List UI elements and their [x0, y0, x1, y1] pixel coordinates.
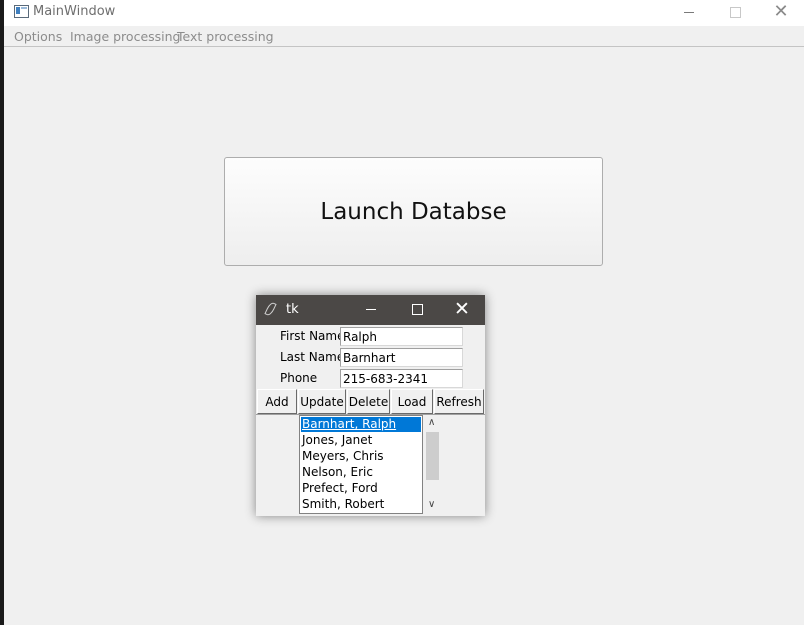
- close-icon: ✕: [773, 1, 789, 22]
- phone-field[interactable]: [340, 369, 463, 388]
- load-button[interactable]: Load: [391, 389, 433, 414]
- refresh-button[interactable]: Refresh: [434, 389, 484, 414]
- last-name-field[interactable]: [340, 348, 463, 367]
- tk-maximize-button[interactable]: [394, 295, 440, 325]
- last-name-label: Last Name: [280, 350, 345, 364]
- list-scrollbar[interactable]: ∧ ∨: [424, 415, 441, 514]
- first-name-label: First Name: [280, 329, 345, 343]
- tk-window: tk ✕ First Name Last Name Phone Add Upda…: [256, 295, 485, 516]
- list-item[interactable]: Nelson, Eric: [300, 464, 422, 480]
- list-item[interactable]: Smith, Robert: [300, 496, 422, 512]
- menu-options[interactable]: Options: [14, 29, 62, 44]
- minimize-button[interactable]: [666, 0, 712, 26]
- maximize-icon: [411, 304, 423, 315]
- window-title: MainWindow: [33, 4, 116, 19]
- add-button[interactable]: Add: [257, 389, 297, 414]
- first-name-field[interactable]: [340, 327, 463, 346]
- tk-close-button[interactable]: ✕: [439, 295, 485, 325]
- phone-label: Phone: [280, 371, 318, 385]
- list-item[interactable]: Prefect, Ford: [300, 480, 422, 496]
- menu-text-processing[interactable]: Text processing: [177, 29, 274, 44]
- close-button[interactable]: ✕: [758, 0, 804, 26]
- launch-database-button[interactable]: Launch Databse: [224, 157, 603, 266]
- window-edge: [0, 0, 4, 625]
- update-button[interactable]: Update: [298, 389, 346, 414]
- minimize-icon: [684, 12, 694, 13]
- chevron-down-icon[interactable]: ∨: [428, 499, 435, 510]
- maximize-button[interactable]: [712, 0, 758, 26]
- tk-minimize-button[interactable]: [348, 295, 394, 325]
- list-item[interactable]: Meyers, Chris: [300, 448, 422, 464]
- title-bar[interactable]: MainWindow ✕: [4, 0, 804, 26]
- chevron-up-icon[interactable]: ∧: [428, 417, 435, 428]
- close-icon: ✕: [454, 298, 470, 320]
- tk-window-title: tk: [286, 302, 299, 317]
- list-item[interactable]: Barnhart, Ralph: [301, 417, 421, 432]
- menu-image-processing[interactable]: Image processing: [70, 29, 181, 44]
- maximize-icon: [729, 7, 741, 18]
- menu-bar: Options Image processing Text processing: [4, 26, 804, 47]
- scroll-thumb[interactable]: [426, 432, 439, 480]
- app-window-icon: [14, 5, 29, 18]
- name-listbox[interactable]: Barnhart, Ralph Jones, Janet Meyers, Chr…: [299, 415, 423, 514]
- feather-icon: [264, 301, 277, 317]
- list-item[interactable]: Jones, Janet: [300, 432, 422, 448]
- delete-button[interactable]: Delete: [347, 389, 390, 414]
- minimize-icon: [366, 309, 376, 310]
- tk-title-bar[interactable]: tk ✕: [256, 295, 485, 325]
